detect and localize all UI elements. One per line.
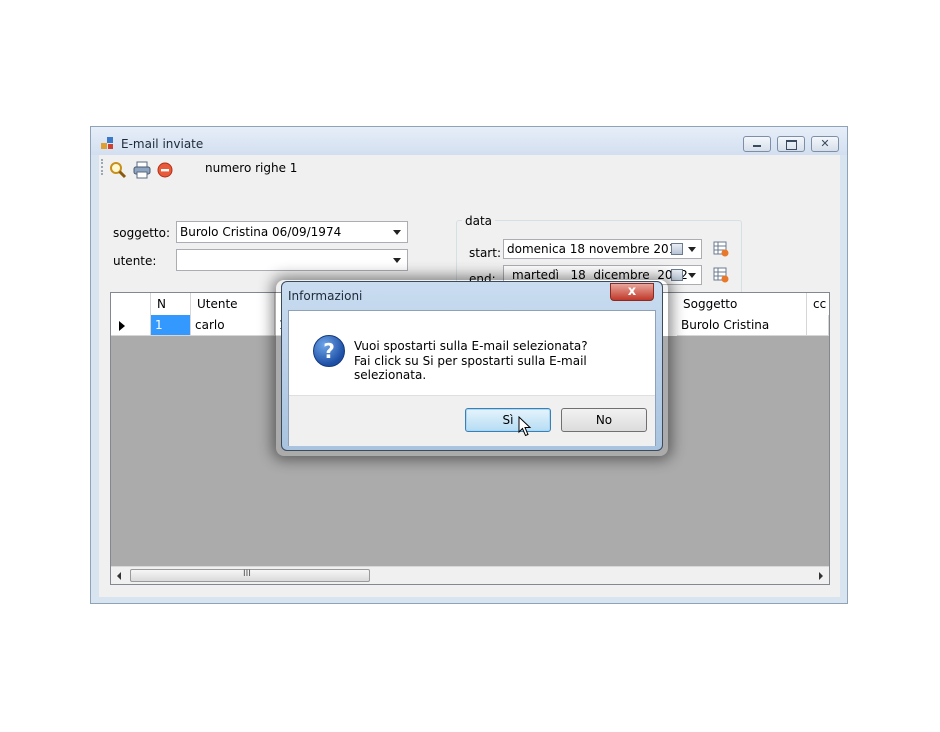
scroll-thumb-grip: III (243, 569, 251, 579)
close-icon: ✕ (820, 137, 830, 150)
window-title: E-mail inviate (121, 137, 204, 151)
dialog-title: Informazioni (288, 289, 363, 303)
minimize-icon (753, 145, 761, 147)
cell-utente[interactable]: carlo (191, 315, 275, 336)
utente-label: utente: (113, 254, 157, 268)
utente-combo[interactable] (176, 249, 408, 271)
title-bar[interactable]: E-mail inviate ✕ (91, 127, 847, 155)
toolbar-grip (101, 159, 105, 175)
start-grid-button-icon[interactable] (713, 241, 729, 257)
cell-n[interactable]: 1 (151, 315, 191, 336)
information-dialog: Informazioni x ? Vuoi spostarti sulla E-… (281, 281, 663, 451)
column-header-utente[interactable]: Utente (191, 293, 275, 315)
column-header-soggetto[interactable]: Soggetto (677, 293, 807, 315)
row-count-label: numero righe 1 (205, 161, 298, 175)
current-row-icon (119, 321, 125, 331)
toolbar: numero righe 1 (99, 155, 840, 183)
soggetto-label: soggetto: (113, 226, 171, 240)
dialog-button-bar: Sì No (289, 395, 655, 446)
chevron-down-icon (688, 273, 696, 278)
maximize-icon (786, 140, 797, 150)
row-header-corner (111, 293, 151, 315)
chevron-down-icon (393, 230, 401, 235)
mouse-cursor-icon (518, 416, 532, 437)
print-icon[interactable] (133, 161, 151, 179)
start-date-value: domenica 18 novembre 2012 (507, 242, 684, 256)
cell-cc[interactable] (807, 315, 829, 336)
start-date-picker[interactable]: domenica 18 novembre 2012 (503, 239, 702, 259)
column-header-cc[interactable]: cc (807, 293, 829, 315)
stop-icon[interactable] (156, 161, 174, 179)
cell-soggetto[interactable]: Burolo Cristina (677, 315, 807, 336)
app-icon (101, 137, 113, 149)
row-selector[interactable] (111, 315, 151, 336)
close-button[interactable]: ✕ (811, 136, 839, 152)
search-icon[interactable] (109, 161, 127, 179)
dialog-message-line-1: Vuoi spostarti sulla E-mail selezionata? (354, 339, 588, 353)
scroll-right-icon[interactable] (819, 572, 823, 580)
dialog-close-button[interactable]: x (610, 283, 654, 301)
scroll-thumb[interactable]: III (130, 569, 370, 582)
start-label: start: (469, 246, 501, 260)
question-icon: ? (313, 335, 345, 367)
chevron-down-icon (688, 247, 696, 252)
yes-button[interactable]: Sì (465, 408, 551, 432)
column-header-n[interactable]: N (151, 293, 191, 315)
maximize-button[interactable] (777, 136, 805, 152)
horizontal-scrollbar[interactable]: III (111, 566, 829, 584)
minimize-button[interactable] (743, 136, 771, 152)
end-grid-button-icon[interactable] (713, 267, 729, 283)
no-button[interactable]: No (561, 408, 647, 432)
chevron-down-icon (393, 258, 401, 263)
data-group-title: data (462, 214, 496, 228)
dialog-message-line-2: Fai click su Si per spostarti sulla E-ma… (354, 354, 587, 382)
calendar-icon (671, 243, 683, 255)
soggetto-value: Burolo Cristina 06/09/1974 (180, 225, 342, 239)
dialog-body: ? Vuoi spostarti sulla E-mail selezionat… (288, 310, 656, 446)
calendar-icon (671, 269, 683, 281)
scroll-left-icon[interactable] (117, 572, 121, 580)
close-icon: x (627, 284, 637, 299)
soggetto-combo[interactable]: Burolo Cristina 06/09/1974 (176, 221, 408, 243)
